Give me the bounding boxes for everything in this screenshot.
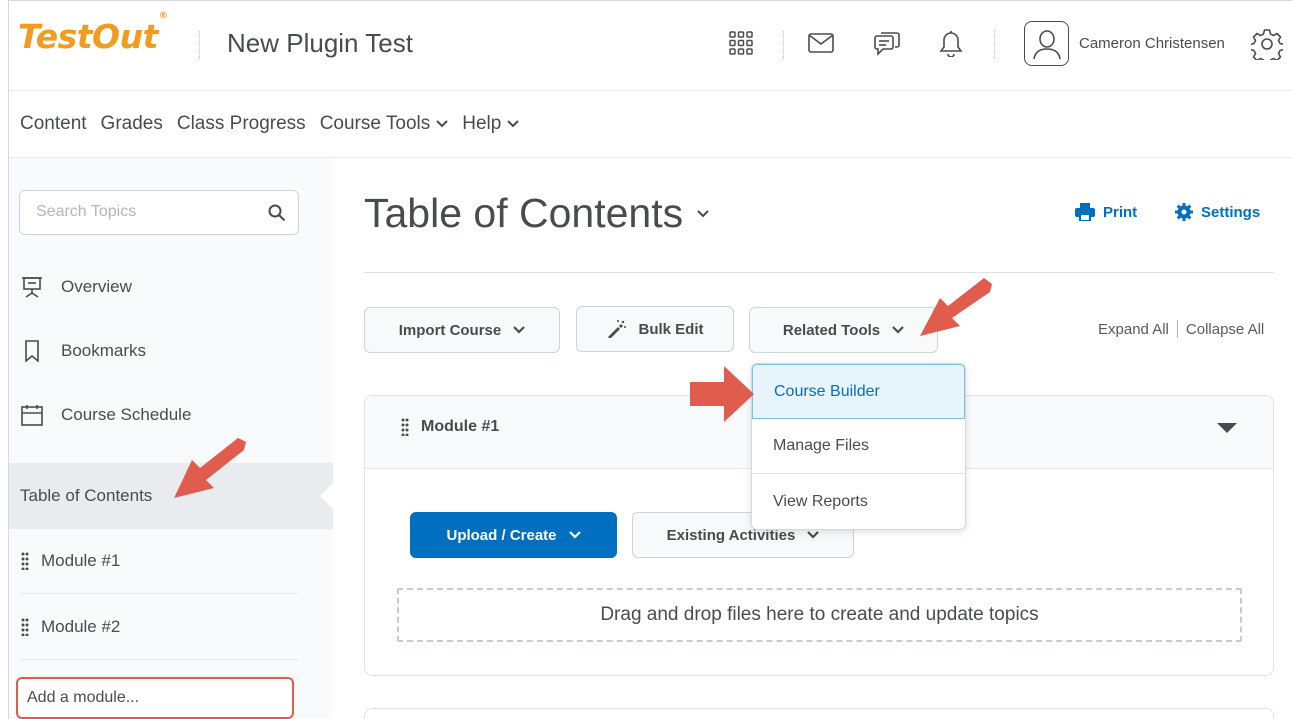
bulk-edit-button[interactable]: Bulk Edit [576, 306, 734, 352]
search-topics-input[interactable] [36, 203, 246, 221]
collapse-all-link[interactable]: Collapse All [1186, 321, 1264, 338]
nav-help[interactable]: Help [462, 113, 520, 135]
print-button[interactable]: Print [1075, 203, 1137, 221]
menu-item-view-reports[interactable]: View Reports [752, 474, 965, 529]
presentation-icon [22, 277, 42, 298]
printer-icon [1075, 203, 1095, 221]
add-module-input[interactable]: Add a module... [16, 677, 294, 719]
sidebar-module-item[interactable]: Module #2 [21, 595, 298, 660]
import-course-button[interactable]: Import Course [364, 307, 560, 353]
chevron-down-icon [513, 326, 526, 334]
chevron-down-icon [507, 120, 520, 128]
chevron-down-icon [892, 326, 904, 334]
nav-content[interactable]: Content [20, 113, 87, 135]
sidebar-item-overview[interactable]: Overview [21, 276, 132, 298]
testout-logo[interactable]: TestOut® [18, 11, 168, 56]
user-avatar-icon[interactable] [1024, 21, 1069, 66]
related-tools-menu: Course Builder Manage Files View Reports [751, 363, 966, 530]
mail-icon[interactable] [803, 25, 839, 61]
calendar-icon [21, 405, 43, 426]
header-bar: TestOut® New Plugin Test Cameron Christe… [8, 0, 1292, 90]
course-navbar: Content Grades Class Progress Course Too… [8, 90, 1292, 158]
related-tools-button[interactable]: Related Tools [749, 307, 938, 353]
edit-wand-icon [608, 320, 627, 338]
nav-grades[interactable]: Grades [101, 113, 163, 135]
collapse-toggle-icon[interactable] [1217, 423, 1237, 433]
chevron-down-icon [436, 120, 448, 128]
nav-class-progress[interactable]: Class Progress [177, 113, 306, 135]
bell-icon[interactable] [933, 25, 969, 61]
page-title[interactable]: Table of Contents [364, 190, 709, 237]
sidebar-module-item[interactable]: Module #1 [21, 529, 298, 594]
settings-button[interactable]: Settings [1175, 203, 1260, 221]
chat-icon[interactable] [869, 25, 905, 61]
annotation-arrow [920, 278, 992, 336]
user-name[interactable]: Cameron Christensen [1079, 35, 1225, 52]
title-divider [364, 272, 1274, 273]
gear-icon [1175, 203, 1193, 221]
sidebar-item-bookmarks[interactable]: Bookmarks [21, 340, 146, 362]
expand-all-link[interactable]: Expand All [1098, 321, 1169, 338]
next-module-card [364, 708, 1274, 719]
header-divider [783, 31, 784, 59]
nav-course-tools[interactable]: Course Tools [320, 113, 449, 135]
upload-create-button[interactable]: Upload / Create [410, 512, 617, 558]
drag-handle-icon[interactable] [401, 418, 409, 436]
drag-handle-icon[interactable] [21, 618, 29, 636]
file-drop-zone[interactable]: Drag and drop files here to create and u… [397, 588, 1242, 642]
header-divider [994, 31, 995, 59]
menu-item-manage-files[interactable]: Manage Files [752, 419, 965, 474]
sidebar-item-course-schedule[interactable]: Course Schedule [21, 404, 191, 426]
drag-handle-icon[interactable] [21, 552, 29, 570]
chevron-down-icon [807, 531, 820, 539]
module-title[interactable]: Module #1 [401, 418, 499, 436]
chevron-down-icon [568, 531, 581, 539]
search-topics-box [19, 190, 299, 235]
apps-grid-icon[interactable] [723, 25, 759, 61]
link-divider [1176, 320, 1178, 338]
chevron-down-icon[interactable] [697, 209, 709, 218]
gear-icon[interactable] [1249, 26, 1285, 62]
expand-collapse-links: Expand All Collapse All [1098, 320, 1264, 338]
course-name[interactable]: New Plugin Test [227, 28, 413, 59]
search-icon[interactable] [266, 202, 288, 224]
header-divider [199, 31, 200, 59]
annotation-arrow [690, 366, 754, 422]
menu-item-course-builder[interactable]: Course Builder [752, 364, 965, 419]
annotation-arrow [174, 438, 246, 498]
bookmark-icon [25, 340, 39, 362]
active-indicator [320, 482, 334, 510]
